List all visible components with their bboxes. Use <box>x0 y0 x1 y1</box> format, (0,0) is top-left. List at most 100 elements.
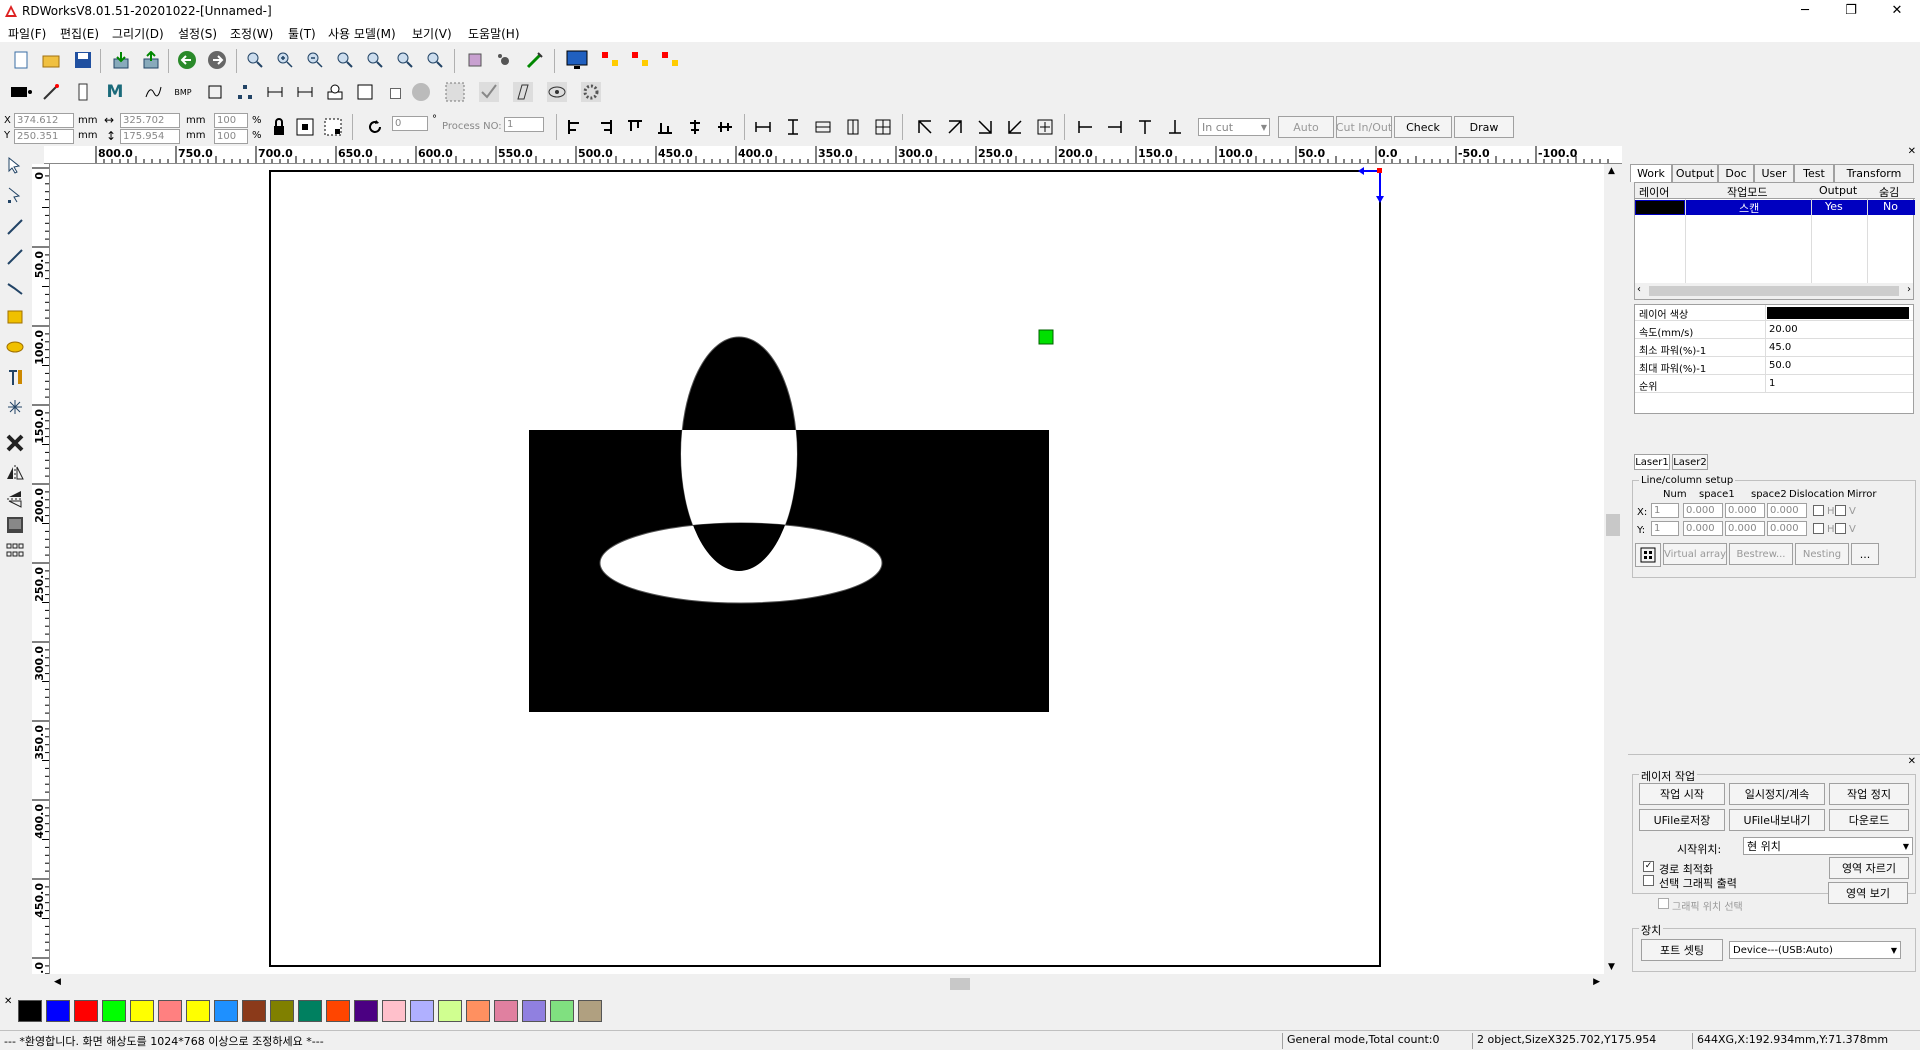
lock-ratio-icon[interactable] <box>268 116 290 138</box>
delete-tool-icon[interactable] <box>4 432 26 454</box>
scroll-right-icon[interactable]: ▶ <box>1593 977 1600 987</box>
move-bottom-left-icon[interactable] <box>1004 116 1026 138</box>
start-position-select[interactable]: 현 위치 ▼ <box>1743 837 1913 855</box>
array-y-dislocation[interactable] <box>1767 521 1807 536</box>
export-icon[interactable] <box>140 49 162 71</box>
bestrew-button[interactable]: Bestrew... <box>1729 543 1793 565</box>
scroll-right-icon[interactable]: › <box>1907 284 1911 295</box>
line-tool-icon[interactable] <box>4 216 26 238</box>
align-top-icon[interactable] <box>624 116 646 138</box>
drawing-canvas[interactable] <box>50 164 1622 974</box>
prop-layer-color[interactable] <box>1767 307 1909 319</box>
pause-continue-button[interactable]: 일시정지/계속 <box>1729 783 1825 805</box>
tab-output[interactable]: Output <box>1672 164 1718 182</box>
point-tool-icon[interactable] <box>4 396 26 418</box>
new-file-icon[interactable] <box>10 49 32 71</box>
zoom-plus-icon[interactable] <box>274 49 296 71</box>
prop-priority-value[interactable]: 1 <box>1769 378 1775 389</box>
vertical-scroll-thumb[interactable] <box>1606 514 1620 536</box>
mark-m-icon[interactable]: M <box>104 81 126 103</box>
array-y-space1[interactable] <box>1683 521 1723 536</box>
distribute-h-icon[interactable] <box>812 116 834 138</box>
x-position-field[interactable] <box>14 113 74 128</box>
camera-icon[interactable] <box>494 49 516 71</box>
array-tool-icon[interactable] <box>4 540 26 562</box>
save-icon[interactable] <box>72 49 94 71</box>
array-x-space1[interactable] <box>1683 503 1723 518</box>
menu-draw[interactable]: 그리기(D) <box>112 25 164 42</box>
import-icon[interactable] <box>110 49 132 71</box>
dock-left-icon[interactable] <box>1074 116 1096 138</box>
node-edit-tool-icon[interactable] <box>4 184 26 206</box>
menu-settings[interactable]: 설정(S) <box>178 25 217 42</box>
cut-mode-select[interactable]: In cut ▼ <box>1198 118 1270 136</box>
auto-button[interactable]: Auto <box>1278 116 1334 138</box>
array-x-dislocation[interactable] <box>1767 503 1807 518</box>
stamp-icon[interactable] <box>324 81 346 103</box>
download-button[interactable]: 다운로드 <box>1829 809 1909 831</box>
color-swatch[interactable] <box>186 1000 210 1022</box>
array-y-num[interactable] <box>1651 521 1679 536</box>
select-frame-icon[interactable] <box>444 81 466 103</box>
horizontal-scroll-thumb[interactable] <box>950 978 970 990</box>
color-swatch[interactable] <box>102 1000 126 1022</box>
dock-bottom-icon[interactable] <box>1164 116 1186 138</box>
minimize-button[interactable]: ─ <box>1782 0 1828 22</box>
menu-help[interactable]: 도움말(H) <box>468 25 520 42</box>
prop-speed-value[interactable]: 20.00 <box>1769 324 1798 335</box>
array-x-mirror-v[interactable] <box>1835 505 1846 516</box>
array-y-space2[interactable] <box>1725 521 1765 536</box>
layer-table-hscroll[interactable]: ‹ › <box>1635 283 1913 299</box>
tab-laser1[interactable]: Laser1 <box>1634 454 1670 470</box>
restore-button[interactable]: ❐ <box>1828 0 1874 22</box>
menu-adjust[interactable]: 조정(W) <box>230 25 273 42</box>
color-swatch[interactable] <box>298 1000 322 1022</box>
cut-inout-button[interactable]: Cut In/Out <box>1336 116 1392 138</box>
rotate-field[interactable] <box>392 116 428 131</box>
check-mark-icon[interactable] <box>478 81 500 103</box>
curve-tool-icon[interactable] <box>4 276 26 298</box>
grid-align-icon[interactable] <box>872 116 894 138</box>
color-swatch[interactable] <box>410 1000 434 1022</box>
measure-h-icon[interactable] <box>264 81 286 103</box>
menu-edit[interactable]: 편집(E) <box>60 25 99 42</box>
mirror-h-tool-icon[interactable] <box>4 462 26 484</box>
array-center-icon[interactable] <box>660 49 682 71</box>
array-x-num[interactable] <box>1651 503 1679 518</box>
ellipse-tool-icon[interactable] <box>4 336 26 358</box>
color-swatch[interactable] <box>438 1000 462 1022</box>
open-folder-icon[interactable] <box>40 49 62 71</box>
dock-right-icon[interactable] <box>1104 116 1126 138</box>
tab-transform[interactable]: Transform <box>1834 164 1914 182</box>
array-x-space2[interactable] <box>1725 503 1765 518</box>
color-swatch[interactable] <box>74 1000 98 1022</box>
nesting-button[interactable]: Nesting <box>1795 543 1849 565</box>
layer-row[interactable]: 스캔 Yes No <box>1635 200 1915 215</box>
laser-device-icon[interactable] <box>10 81 32 103</box>
color-swatch[interactable] <box>382 1000 406 1022</box>
selected-output-checkbox[interactable] <box>1643 875 1654 886</box>
stop-work-button[interactable]: 작업 정지 <box>1829 783 1909 805</box>
prop-max-power-value[interactable]: 50.0 <box>1769 360 1791 371</box>
color-swatch[interactable] <box>494 1000 518 1022</box>
scroll-up-icon[interactable]: ▲ <box>1608 166 1615 176</box>
array-y-mirror-h[interactable] <box>1813 523 1824 534</box>
draw-button[interactable]: Draw <box>1454 116 1514 138</box>
close-button[interactable]: ✕ <box>1874 0 1920 22</box>
color-swatch[interactable] <box>466 1000 490 1022</box>
align-left-icon[interactable] <box>564 116 586 138</box>
text-tool-icon[interactable] <box>4 366 26 388</box>
text-frame-icon[interactable] <box>354 81 376 103</box>
color-swatch[interactable] <box>18 1000 42 1022</box>
check-button[interactable]: Check <box>1394 116 1452 138</box>
move-bottom-right-icon[interactable] <box>974 116 996 138</box>
same-width-icon[interactable] <box>752 116 774 138</box>
move-top-right-icon[interactable] <box>944 116 966 138</box>
scale-y-field[interactable] <box>214 129 248 144</box>
color-swatch[interactable] <box>550 1000 574 1022</box>
color-swatch[interactable] <box>158 1000 182 1022</box>
width-field[interactable] <box>120 113 180 128</box>
scroll-left-icon[interactable]: ‹ <box>1637 284 1641 295</box>
virtual-array-button[interactable]: Virtual array <box>1663 543 1727 565</box>
tab-test[interactable]: Test <box>1794 164 1834 182</box>
